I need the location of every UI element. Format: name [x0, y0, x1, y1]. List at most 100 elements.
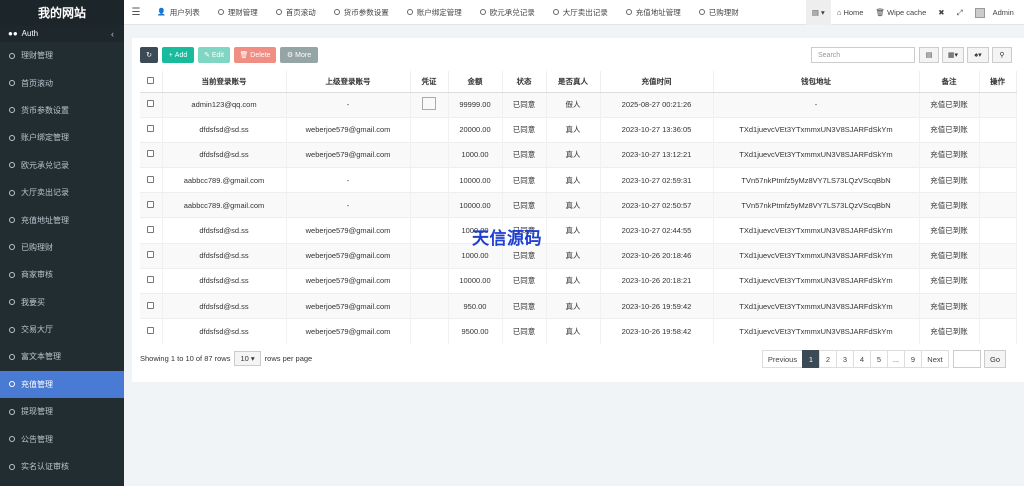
sidebar-item[interactable]: 实名认证审核 — [0, 453, 124, 480]
nav-tab[interactable]: 充值地址管理 — [617, 0, 690, 25]
col-account[interactable]: 当前登录账号 — [162, 71, 287, 93]
table-row[interactable]: dfdsfsd@sd.ss weberjoe579@gmail.com 10000.… — [140, 267, 1017, 294]
col-time[interactable]: 充值时间 — [600, 71, 714, 93]
sidebar-item[interactable]: 富文本管理 — [0, 343, 124, 370]
toggle-view-button[interactable]: ▤ — [919, 47, 939, 63]
sidebar-auth-group[interactable]: ●● Auth ‹ — [0, 25, 124, 42]
row-checkbox[interactable] — [140, 242, 163, 269]
sidebar-item[interactable]: 货币参数设置 — [0, 97, 124, 124]
row-checkbox[interactable] — [140, 116, 163, 143]
table-row[interactable]: admin123@qq.com -99999.00 已同意 假人 2025-08-27 … — [140, 91, 1017, 118]
select-all-checkbox[interactable] — [140, 71, 163, 93]
view-toggle-button[interactable]: ▤ ▾ — [805, 0, 831, 25]
delete-button[interactable]: 🗑 Delete — [234, 47, 276, 63]
sidebar-item[interactable]: 充值地址管理 — [0, 206, 124, 233]
row-checkbox[interactable] — [140, 91, 163, 118]
nav-tab[interactable]: 已购理财 — [690, 0, 748, 25]
edit-button[interactable]: ✎ Edit — [198, 47, 230, 63]
table-row[interactable]: dfdsfsd@sd.ss weberjoe579@gmail.com 1000.0… — [140, 217, 1017, 244]
page-button[interactable]: 4 — [853, 350, 871, 368]
page-size-select[interactable]: 10 ▾ — [234, 351, 261, 366]
col-status[interactable]: 状态 — [502, 71, 547, 93]
more-button[interactable]: ⚙ More — [280, 47, 318, 63]
table-row[interactable]: dfdsfsd@sd.ss weberjoe579@gmail.com 1000.0… — [140, 242, 1017, 269]
row-checkbox[interactable] — [140, 167, 163, 193]
nav-tab[interactable]: 欧元承兑记录 — [471, 0, 544, 25]
nav-tab[interactable]: 大厅卖出记录 — [544, 0, 617, 25]
sidebar-item[interactable]: 公告管理 — [0, 425, 124, 452]
nav-tab[interactable]: 账户绑定管理 — [398, 0, 471, 25]
page-button[interactable]: 9 — [904, 350, 922, 368]
columns-button[interactable]: ▦▾ — [942, 47, 964, 63]
col-real[interactable]: 是否真人 — [546, 71, 601, 93]
fullscreen-icon[interactable]: ⤢ — [951, 0, 969, 25]
prev-page-button[interactable]: Previous — [762, 350, 803, 368]
export-icon: ♠▾ — [974, 52, 982, 59]
row-checkbox[interactable] — [140, 141, 163, 168]
sidebar-item[interactable]: 大厅卖出记录 — [0, 179, 124, 206]
sidebar-item[interactable]: 充值管理 — [0, 370, 124, 399]
home-icon: ⌂ — [836, 8, 844, 17]
col-proof[interactable]: 凭证 — [410, 71, 449, 93]
search-button[interactable]: ⚲ — [992, 47, 1012, 63]
wipe-cache-button[interactable]: 🗑 Wipe cache — [869, 0, 932, 25]
cell-account: dfdsfsd@sd.ss — [162, 292, 287, 319]
nav-tab[interactable]: 理财管理 — [209, 0, 267, 25]
sidebar-item[interactable]: 交易大厅 — [0, 316, 124, 343]
nav-tab[interactable]: 首页滚动 — [267, 0, 325, 25]
table-row[interactable]: dfdsfsd@sd.ss weberjoe579@gmail.com 20000.… — [140, 116, 1017, 143]
proof-cell — [410, 217, 449, 244]
page-jump-input[interactable] — [953, 350, 981, 368]
cell-parent: weberjoe579@gmail.com — [286, 242, 411, 269]
table-row[interactable]: aabbcc789.@gmail.com - 10000.00 已同意 真人 2023-1… — [140, 167, 1017, 193]
sidebar-item[interactable]: 欧元承兑记录 — [0, 152, 124, 179]
sidebar-item[interactable]: 我要买 — [0, 289, 124, 316]
add-button[interactable]: + Add — [162, 47, 194, 63]
sidebar-item[interactable]: 首页滚动 — [0, 69, 124, 96]
user-menu[interactable]: Admin — [969, 0, 1024, 25]
circle-icon — [9, 299, 15, 306]
row-checkbox[interactable] — [140, 318, 163, 344]
table-row[interactable]: dfdsfsd@sd.ss weberjoe579@gmail.com 950.00… — [140, 292, 1017, 319]
col-note[interactable]: 备注 — [919, 71, 980, 93]
table-row[interactable]: dfdsfsd@sd.ss weberjoe579@gmail.com 9500.0… — [140, 318, 1017, 344]
col-wallet[interactable]: 钱包地址 — [713, 71, 920, 93]
cell-note: 充值已到账 — [919, 217, 980, 244]
search-input[interactable]: Search — [811, 47, 915, 63]
export-button[interactable]: ♠▾ — [967, 47, 989, 63]
nav-tab[interactable]: 货币参数设置 — [325, 0, 398, 25]
page-button[interactable]: 3 — [836, 350, 854, 368]
cell-status: 已同意 — [502, 116, 547, 143]
top-navbar: ☰ 👤 用户列表 理财管理 首页滚动 货币参数设置 账户绑定管理 欧元承兑记录 大厅卖出记录充… — [124, 0, 1024, 25]
settings-icon[interactable]: ✖ — [932, 0, 950, 25]
row-checkbox[interactable] — [140, 292, 163, 319]
cell-account: dfdsfsd@sd.ss — [162, 318, 287, 344]
sidebar-item[interactable]: 账户绑定管理 — [0, 124, 124, 151]
table-row[interactable]: dfdsfsd@sd.ss weberjoe579@gmail.com 1000.0… — [140, 141, 1017, 168]
home-link[interactable]: ⌂ Home — [831, 0, 870, 25]
table-row[interactable]: aabbcc789.@gmail.com - 10000.00 已同意 真人 2023-1… — [140, 192, 1017, 218]
page-button[interactable]: 2 — [819, 350, 837, 368]
sidebar-item[interactable]: 理财管理 — [0, 42, 124, 69]
col-parent[interactable]: 上级登录账号 — [286, 71, 411, 93]
col-amount[interactable]: 金额 — [448, 71, 503, 93]
circle-icon — [698, 9, 705, 15]
refresh-button[interactable]: ↻ — [140, 47, 158, 63]
next-page-button[interactable]: Next — [921, 350, 949, 368]
go-button[interactable]: Go — [984, 350, 1006, 368]
row-checkbox[interactable] — [140, 267, 163, 294]
proof-image[interactable] — [422, 97, 436, 111]
page-button[interactable]: 1 — [802, 350, 820, 368]
page-button[interactable]: 5 — [870, 350, 888, 368]
row-checkbox[interactable] — [140, 192, 163, 218]
sidebar-item[interactable]: 商家审核 — [0, 261, 124, 288]
menu-toggle-icon[interactable]: ☰ — [124, 7, 148, 18]
cell-time: 2023-10-27 02:50:57 — [600, 192, 714, 218]
sidebar-item[interactable]: 提现管理 — [0, 398, 124, 425]
nav-tab[interactable]: 👤 用户列表 — [148, 0, 209, 25]
row-checkbox[interactable] — [140, 217, 163, 244]
sidebar-item[interactable]: 已购理财 — [0, 234, 124, 261]
circle-icon — [9, 436, 15, 443]
proof-cell — [410, 192, 449, 218]
cell-time: 2023-10-26 19:58:42 — [600, 318, 714, 344]
